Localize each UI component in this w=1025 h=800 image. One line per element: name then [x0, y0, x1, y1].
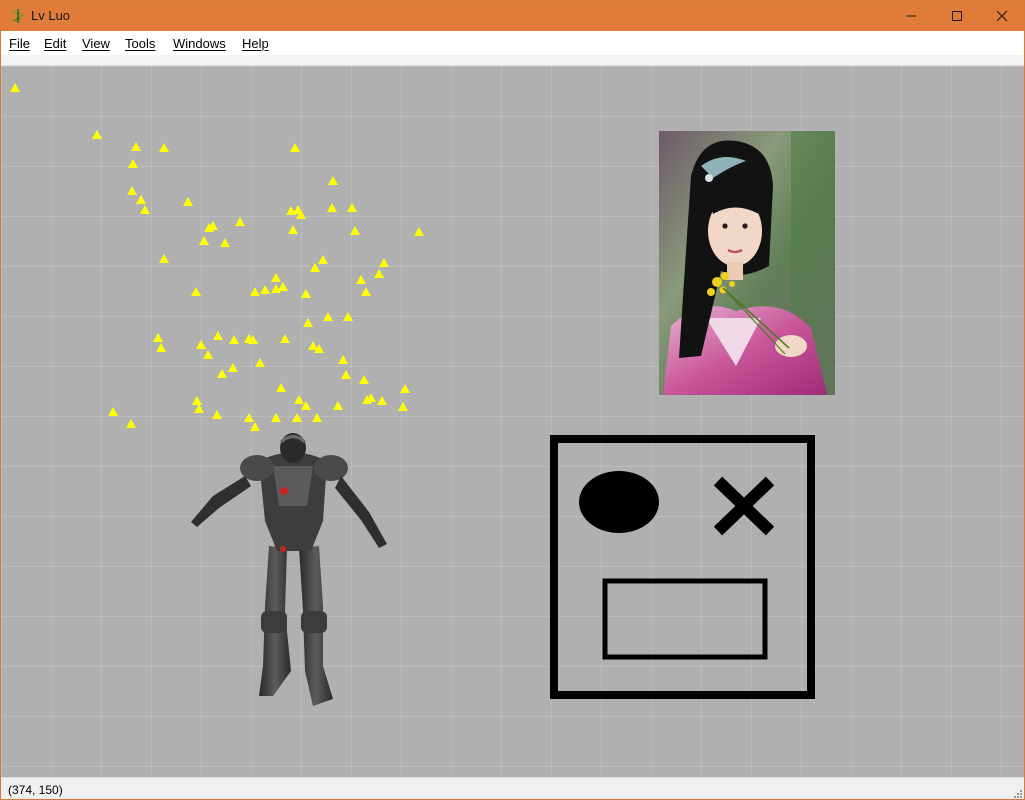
close-icon: [996, 10, 1008, 22]
particle-triangle-icon: [250, 287, 260, 296]
particle-triangle-icon: [294, 395, 304, 404]
particle-triangle-icon: [108, 407, 118, 416]
particle-triangle-icon: [278, 282, 288, 291]
particle-triangle-icon: [288, 225, 298, 234]
particle-triangle-icon: [260, 285, 270, 294]
particle-triangle-icon: [280, 334, 290, 343]
particle-triangle-icon: [199, 236, 209, 245]
particle-triangle-icon: [400, 384, 410, 393]
window-title: Lv Luo: [31, 8, 71, 23]
particle-triangle-icon: [159, 143, 169, 152]
particle-triangle-icon: [92, 130, 102, 139]
scene-canvas[interactable]: [1, 66, 1024, 777]
particle-triangle-icon: [290, 143, 300, 152]
particle-triangle-icon: [196, 340, 206, 349]
particle-triangle-icon: [213, 331, 223, 340]
particle-triangle-icon: [374, 269, 384, 278]
particle-triangle-icon: [159, 254, 169, 263]
particle-triangle-icon: [323, 312, 333, 321]
menu-view[interactable]: View: [82, 36, 110, 51]
particle-triangle-icon: [312, 413, 322, 422]
particle-triangle-icon: [301, 289, 311, 298]
maximize-icon: [952, 11, 962, 21]
particle-triangle-icon: [192, 396, 202, 405]
particle-triangle-icon: [356, 275, 366, 284]
close-button[interactable]: [979, 1, 1024, 31]
particle-triangle-icon: [127, 186, 137, 195]
particle-triangle-icon: [359, 375, 369, 384]
particle-triangle-icon: [347, 203, 357, 212]
particle-triangle-icon: [327, 203, 337, 212]
photo-sprite[interactable]: [659, 131, 835, 395]
particle-triangle-icon: [136, 195, 146, 204]
particle-triangle-icon: [303, 318, 313, 327]
maximize-button[interactable]: [934, 1, 980, 31]
menu-edit[interactable]: Edit: [44, 36, 66, 51]
particle-triangle-icon: [217, 369, 227, 378]
particle-triangle-icon: [414, 227, 424, 236]
particle-triangle-icon: [235, 217, 245, 226]
particle-triangle-icon: [131, 142, 141, 151]
particle-triangle-icon: [140, 205, 150, 214]
status-bar: (374, 150): [1, 777, 1024, 799]
particle-triangle-icon: [203, 350, 213, 359]
particle-triangle-icon: [379, 258, 389, 267]
menu-tools[interactable]: Tools: [125, 36, 155, 51]
menu-bar: File Edit View Tools Windows Help: [1, 31, 1024, 55]
menu-file[interactable]: File: [9, 36, 30, 51]
resize-grip-icon[interactable]: [1012, 788, 1022, 798]
minimize-button[interactable]: [888, 1, 934, 31]
particle-triangle-icon: [341, 370, 351, 379]
particle-triangle-icon: [228, 363, 238, 372]
particle-triangle-icon: [292, 413, 302, 422]
particle-triangle-icon: [271, 273, 281, 282]
particle-triangle-icon: [333, 401, 343, 410]
toolbar-strip: [1, 55, 1024, 66]
particle-field[interactable]: [10, 83, 424, 431]
particle-triangle-icon: [156, 343, 166, 352]
particle-triangle-icon: [212, 410, 222, 419]
particle-triangle-icon: [328, 176, 338, 185]
particle-triangle-icon: [183, 197, 193, 206]
particle-triangle-icon: [398, 402, 408, 411]
particle-triangle-icon: [194, 404, 204, 413]
particle-triangle-icon: [338, 355, 348, 364]
particle-triangle-icon: [343, 312, 353, 321]
particle-triangle-icon: [361, 287, 371, 296]
particle-triangle-icon: [126, 419, 136, 428]
particle-triangle-icon: [10, 83, 20, 92]
particle-triangle-icon: [318, 255, 328, 264]
particle-triangle-icon: [250, 422, 260, 431]
particle-triangle-icon: [153, 333, 163, 342]
title-bar[interactable]: Lv Luo: [1, 1, 1024, 31]
bamboo-icon: [10, 8, 26, 24]
particle-triangle-icon: [271, 413, 281, 422]
particle-triangle-icon: [220, 238, 230, 247]
menu-windows[interactable]: Windows: [173, 36, 226, 51]
face-sprite[interactable]: [550, 435, 815, 699]
particle-triangle-icon: [310, 263, 320, 272]
app-window: Lv Luo File Edit View Tools Windows Help: [0, 0, 1025, 800]
particle-triangle-icon: [276, 383, 286, 392]
particle-triangle-icon: [229, 335, 239, 344]
particle-triangle-icon: [377, 396, 387, 405]
minimize-icon: [906, 15, 916, 17]
cursor-coordinates: (374, 150): [8, 783, 63, 797]
particle-triangle-icon: [128, 159, 138, 168]
character-model[interactable]: [191, 433, 387, 706]
particle-triangle-icon: [191, 287, 201, 296]
particle-triangle-icon: [255, 358, 265, 367]
particle-triangle-icon: [350, 226, 360, 235]
menu-help[interactable]: Help: [242, 36, 269, 51]
particle-triangle-icon: [244, 413, 254, 422]
